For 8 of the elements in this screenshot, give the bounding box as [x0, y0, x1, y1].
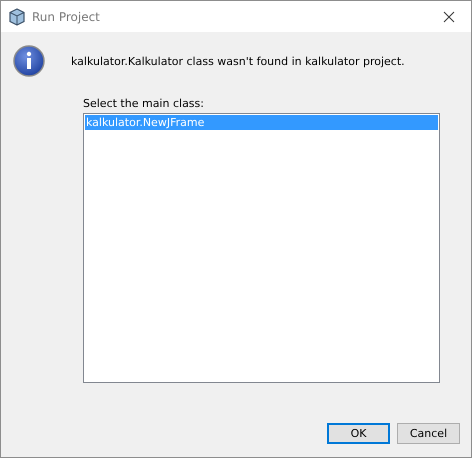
info-icon — [13, 45, 45, 77]
ok-button[interactable]: OK — [327, 423, 390, 444]
close-icon — [443, 10, 455, 22]
cancel-button[interactable]: Cancel — [397, 423, 460, 444]
window-title: Run Project — [32, 10, 101, 24]
message-text: kalkulator.Kalkulator class wasn't found in kalkulator project. — [71, 54, 405, 68]
cube-icon — [9, 8, 25, 26]
list-label: Select the main class: — [83, 97, 205, 110]
